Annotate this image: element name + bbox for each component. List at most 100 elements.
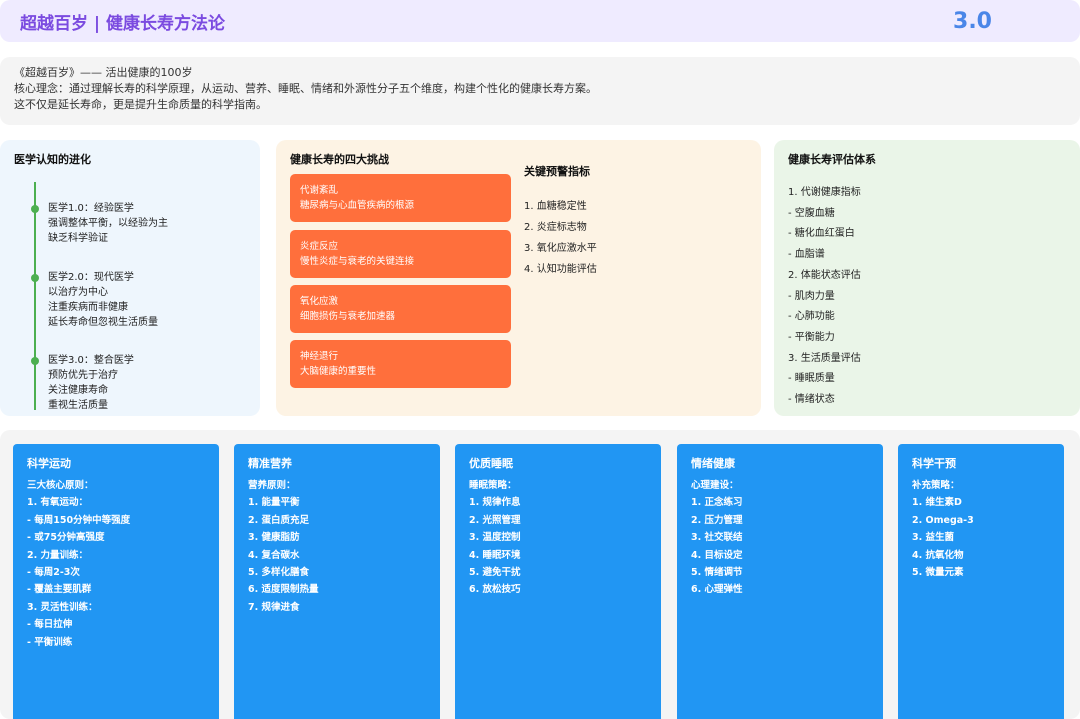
card-item: 2. 光照管理	[469, 514, 521, 526]
panel-title: 健康长寿的四大挑战	[290, 153, 389, 166]
timeline-line-text: 医学2.0：现代医学	[48, 272, 134, 283]
warning-item: 1. 血糖稳定性	[524, 201, 587, 212]
card-item: 3. 灵活性训练：	[27, 601, 98, 613]
card-item: 2. 力量训练：	[27, 549, 89, 561]
card-item: - 平衡训练	[27, 636, 73, 648]
card-list: 补充策略： 1. 维生素D 2. Omega-3 3. 益生菌 4. 抗氧化物 …	[912, 477, 1050, 581]
timeline-line-text: 注重疾病而非健康	[48, 302, 128, 313]
card-list: 睡眠策略： 1. 规律作息 2. 光照管理 3. 温度控制 4. 睡眠环境 5.…	[469, 477, 647, 599]
evaluation-item: 3. 生活质量评估	[788, 352, 861, 364]
card-item: 三大核心原则：	[27, 480, 94, 491]
card-item: 补充策略：	[912, 480, 960, 491]
timeline-line-text: 重视生活质量	[48, 400, 108, 411]
card-sleep: 优质睡眠 睡眠策略： 1. 规律作息 2. 光照管理 3. 温度控制 4. 睡眠…	[455, 444, 661, 719]
timeline-line-text: 延长寿命但忽视生活质量	[48, 317, 158, 328]
card-item: 6. 适度限制热量	[248, 584, 319, 596]
card-item: 2. 蛋白质充足	[248, 514, 310, 526]
card-item: - 每日拉伸	[27, 619, 73, 631]
challenge-desc: 糖尿病与心血管疾病的根源	[300, 200, 415, 211]
evaluation-panel: 健康长寿评估体系 1. 代谢健康指标 - 空腹血糖 - 糖化血红蛋白 - 血脂谱…	[774, 140, 1080, 416]
intro-section: 《超越百岁》—— 活出健康的100岁 核心理念：通过理解长寿的科学原理，从运动、…	[0, 57, 1080, 125]
card-title: 优质睡眠	[469, 457, 513, 470]
challenge-card: 炎症反应 慢性炎症与衰老的关键连接	[290, 230, 511, 278]
card-item: - 每周2-3次	[27, 567, 80, 579]
warning-title: 关键预警指标	[524, 165, 590, 178]
card-item: 2. Omega-3	[912, 514, 974, 526]
card-item: - 每周150分钟中等强度	[27, 514, 131, 526]
challenge-name: 代谢紊乱	[300, 185, 339, 196]
evaluation-item: 2. 体能状态评估	[788, 269, 861, 281]
card-item: 5. 微量元素	[912, 567, 964, 579]
card-item: 4. 复合碳水	[248, 549, 300, 561]
evaluation-list: 1. 代谢健康指标 - 空腹血糖 - 糖化血红蛋白 - 血脂谱 2. 体能状态评…	[788, 183, 1066, 411]
card-item: 2. 压力管理	[691, 514, 743, 526]
evaluation-item: - 睡眠质量	[788, 373, 835, 385]
evaluation-item: - 情绪状态	[788, 394, 835, 406]
card-item: 4. 抗氧化物	[912, 549, 964, 561]
timeline-dot	[31, 274, 39, 282]
warning-item: 4. 认知功能评估	[524, 264, 597, 275]
warning-item: 2. 炎症标志物	[524, 222, 587, 233]
challenges-panel: 健康长寿的四大挑战 代谢紊乱 糖尿病与心血管疾病的根源 炎症反应 慢性炎症与衰老…	[276, 140, 761, 416]
challenge-desc: 大脑健康的重要性	[300, 366, 377, 377]
card-item: 4. 睡眠环境	[469, 549, 521, 561]
card-list: 三大核心原则： 1. 有氧运动： - 每周150分钟中等强度 - 或75分钟高强…	[27, 477, 205, 651]
evaluation-item: - 血脂谱	[788, 249, 825, 261]
timeline-dot	[31, 205, 39, 213]
timeline-line-text: 医学1.0：经验医学	[48, 203, 134, 214]
card-item: 5. 多样化膳食	[248, 567, 310, 579]
card-exercise: 科学运动 三大核心原则： 1. 有氧运动： - 每周150分钟中等强度 - 或7…	[13, 444, 219, 719]
timeline-line-text: 预防优先于治疗	[48, 370, 118, 381]
card-item: 1. 有氧运动：	[27, 497, 89, 509]
card-item: 3. 健康脂肪	[248, 532, 300, 544]
card-nutrition: 精准营养 营养原则： 1. 能量平衡 2. 蛋白质充足 3. 健康脂肪 4. 复…	[234, 444, 440, 719]
card-intervention: 科学干预 补充策略： 1. 维生素D 2. Omega-3 3. 益生菌 4. …	[898, 444, 1064, 719]
challenge-name: 氧化应激	[300, 296, 339, 307]
version-label: 3.0	[953, 8, 992, 34]
warning-list: 1. 血糖稳定性 2. 炎症标志物 3. 氧化应激水平 4. 认知功能评估	[524, 196, 597, 280]
card-item: 6. 放松技巧	[469, 584, 521, 596]
card-item: 营养原则：	[248, 480, 296, 491]
card-item: 1. 能量平衡	[248, 497, 300, 509]
card-item: 6. 心理弹性	[691, 584, 743, 596]
challenge-desc: 慢性炎症与衰老的关键连接	[300, 256, 415, 267]
card-title: 科学运动	[27, 457, 71, 470]
timeline-line	[34, 182, 36, 410]
evaluation-item: - 平衡能力	[788, 331, 835, 343]
challenge-card: 代谢紊乱 糖尿病与心血管疾病的根源	[290, 174, 511, 222]
card-title: 情绪健康	[691, 457, 735, 470]
card-item: - 覆盖主要肌群	[27, 584, 92, 596]
challenge-card: 神经退行 大脑健康的重要性	[290, 340, 511, 388]
card-item: 7. 规律进食	[248, 601, 300, 613]
card-list: 心理建设： 1. 正念练习 2. 压力管理 3. 社交联结 4. 目标设定 5.…	[691, 477, 869, 599]
warning-item: 3. 氧化应激水平	[524, 243, 597, 254]
card-item: 5. 避免干扰	[469, 567, 521, 579]
evaluation-item: 1. 代谢健康指标	[788, 187, 861, 198]
card-item: 3. 温度控制	[469, 532, 521, 544]
card-item: 1. 维生素D	[912, 497, 962, 509]
card-item: 3. 益生菌	[912, 532, 955, 544]
timeline-line-text: 关注健康寿命	[48, 385, 108, 396]
card-item: 1. 规律作息	[469, 497, 521, 509]
card-item: 4. 目标设定	[691, 549, 743, 561]
evaluation-item: - 肌肉力量	[788, 290, 835, 302]
timeline-dot	[31, 357, 39, 365]
card-item: 3. 社交联结	[691, 532, 743, 544]
timeline-line-text: 强调整体平衡，以经验为主	[48, 218, 168, 229]
challenge-name: 炎症反应	[300, 241, 339, 252]
intro-core-idea: 核心理念：通过理解长寿的科学原理，从运动、营养、睡眠、情绪和外源性分子五个维度，…	[14, 82, 597, 95]
card-item: - 或75分钟高强度	[27, 532, 105, 544]
medical-evolution-panel: 医学认知的进化 医学1.0：经验医学 强调整体平衡，以经验为主 缺乏科学验证 医…	[0, 140, 260, 416]
page-title: 超越百岁 | 健康长寿方法论	[20, 13, 226, 34]
intro-summary: 这不仅是延长寿命，更是提升生命质量的科学指南。	[14, 98, 267, 111]
timeline-item: 医学2.0：现代医学 以治疗为中心 注重疾病而非健康 延长寿命但忽视生活质量	[48, 270, 158, 330]
card-emotion: 情绪健康 心理建设： 1. 正念练习 2. 压力管理 3. 社交联结 4. 目标…	[677, 444, 883, 719]
timeline-line-text: 缺乏科学验证	[48, 233, 108, 244]
challenge-name: 神经退行	[300, 351, 339, 362]
card-title: 精准营养	[248, 457, 292, 470]
card-item: 心理建设：	[691, 480, 739, 491]
card-title: 科学干预	[912, 457, 956, 470]
timeline-item: 医学1.0：经验医学 强调整体平衡，以经验为主 缺乏科学验证	[48, 201, 168, 246]
card-item: 睡眠策略：	[469, 480, 517, 491]
card-item: 5. 情绪调节	[691, 567, 743, 579]
